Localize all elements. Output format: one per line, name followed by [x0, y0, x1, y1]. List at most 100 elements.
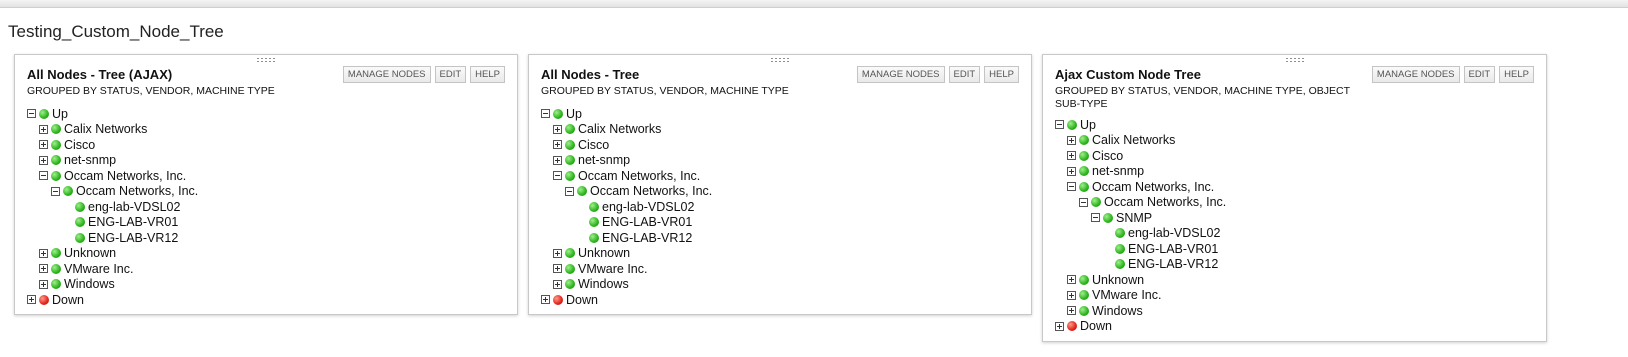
- tree-node-label[interactable]: eng-lab-VDSL02: [1128, 226, 1220, 240]
- drag-handle-icon[interactable]: [770, 57, 790, 63]
- tree-node[interactable]: Cisco: [1055, 148, 1226, 164]
- tree-node[interactable]: Unknown: [27, 246, 198, 262]
- tree-node-label[interactable]: Windows: [1092, 304, 1143, 318]
- manage-nodes-button[interactable]: MANAGE NODES: [856, 66, 945, 83]
- tree-node-label[interactable]: VMware Inc.: [1092, 288, 1161, 302]
- tree-node[interactable]: VMware Inc.: [541, 261, 712, 277]
- tree-node[interactable]: net-snmp: [1055, 164, 1226, 180]
- tree-node-label[interactable]: ENG-LAB-VR12: [1128, 257, 1218, 271]
- tree-node[interactable]: net-snmp: [27, 153, 198, 169]
- expand-plus-icon[interactable]: [39, 264, 48, 274]
- tree-node[interactable]: ENG-LAB-VR01: [1055, 241, 1226, 257]
- tree-node[interactable]: ENG-LAB-VR12: [27, 230, 198, 246]
- tree-node[interactable]: Down: [1055, 319, 1226, 335]
- tree-node-label[interactable]: Windows: [578, 277, 629, 291]
- collapse-minus-icon[interactable]: [565, 186, 574, 196]
- tree-node-label[interactable]: SNMP: [1116, 211, 1152, 225]
- expand-plus-icon[interactable]: [1067, 275, 1076, 285]
- collapse-minus-icon[interactable]: [1079, 197, 1088, 207]
- tree-node-label[interactable]: Up: [52, 107, 68, 121]
- tree-node-label[interactable]: Down: [52, 293, 84, 307]
- tree-node[interactable]: Windows: [27, 277, 198, 293]
- collapse-minus-icon[interactable]: [553, 171, 562, 181]
- tree-node-label[interactable]: Occam Networks, Inc.: [76, 184, 198, 198]
- tree-node-label[interactable]: Occam Networks, Inc.: [64, 169, 186, 183]
- tree-node-label[interactable]: Occam Networks, Inc.: [590, 184, 712, 198]
- tree-node-label[interactable]: ENG-LAB-VR01: [602, 215, 692, 229]
- expand-plus-icon[interactable]: [27, 295, 36, 305]
- tree-node-label[interactable]: eng-lab-VDSL02: [602, 200, 694, 214]
- collapse-minus-icon[interactable]: [1067, 182, 1076, 192]
- tree-node[interactable]: Occam Networks, Inc.: [541, 184, 712, 200]
- tree-node-label[interactable]: VMware Inc.: [64, 262, 133, 276]
- tree-node-label[interactable]: Cisco: [1092, 149, 1123, 163]
- tree-node[interactable]: Unknown: [1055, 272, 1226, 288]
- tree-node-label[interactable]: Cisco: [64, 138, 95, 152]
- tree-node-label[interactable]: ENG-LAB-VR12: [88, 231, 178, 245]
- tree-node-label[interactable]: ENG-LAB-VR01: [1128, 242, 1218, 256]
- tree-node-label[interactable]: Occam Networks, Inc.: [1104, 195, 1226, 209]
- manage-nodes-button[interactable]: MANAGE NODES: [1371, 66, 1460, 83]
- tree-node[interactable]: Occam Networks, Inc.: [541, 168, 712, 184]
- tree-node[interactable]: VMware Inc.: [27, 261, 198, 277]
- tree-node-label[interactable]: Down: [1080, 319, 1112, 333]
- tree-node[interactable]: ENG-LAB-VR01: [27, 215, 198, 231]
- tree-node-label[interactable]: Unknown: [578, 246, 630, 260]
- tree-node-label[interactable]: Calix Networks: [64, 122, 147, 136]
- collapse-minus-icon[interactable]: [541, 109, 550, 119]
- tree-node[interactable]: Down: [541, 292, 712, 308]
- help-button[interactable]: HELP: [1499, 66, 1534, 83]
- expand-plus-icon[interactable]: [1067, 306, 1076, 316]
- collapse-minus-icon[interactable]: [51, 186, 60, 196]
- help-button[interactable]: HELP: [470, 66, 505, 83]
- manage-nodes-button[interactable]: MANAGE NODES: [342, 66, 431, 83]
- tree-node[interactable]: ENG-LAB-VR12: [1055, 257, 1226, 273]
- tree-node-label[interactable]: Occam Networks, Inc.: [1092, 180, 1214, 194]
- tree-node[interactable]: Occam Networks, Inc.: [27, 184, 198, 200]
- expand-plus-icon[interactable]: [553, 248, 562, 258]
- edit-button[interactable]: EDIT: [434, 66, 467, 83]
- collapse-minus-icon[interactable]: [27, 109, 36, 119]
- tree-node[interactable]: Up: [1055, 117, 1226, 133]
- tree-node[interactable]: ENG-LAB-VR01: [541, 215, 712, 231]
- tree-node-label[interactable]: Up: [566, 107, 582, 121]
- expand-plus-icon[interactable]: [541, 295, 550, 305]
- expand-plus-icon[interactable]: [1067, 135, 1076, 145]
- expand-plus-icon[interactable]: [553, 264, 562, 274]
- tree-node[interactable]: Down: [27, 292, 198, 308]
- drag-handle-icon[interactable]: [1284, 57, 1305, 63]
- tree-node[interactable]: Occam Networks, Inc.: [1055, 179, 1226, 195]
- expand-plus-icon[interactable]: [39, 140, 48, 150]
- tree-node-label[interactable]: Calix Networks: [1092, 133, 1175, 147]
- tree-node[interactable]: Cisco: [27, 137, 198, 153]
- tree-node-label[interactable]: Cisco: [578, 138, 609, 152]
- expand-plus-icon[interactable]: [553, 155, 562, 165]
- expand-plus-icon[interactable]: [553, 124, 562, 134]
- tree-node[interactable]: SNMP: [1055, 210, 1226, 226]
- tree-node[interactable]: Up: [541, 106, 712, 122]
- tree-node[interactable]: Occam Networks, Inc.: [27, 168, 198, 184]
- tree-node-label[interactable]: Down: [566, 293, 598, 307]
- tree-node-label[interactable]: Calix Networks: [578, 122, 661, 136]
- tree-node[interactable]: Calix Networks: [1055, 133, 1226, 149]
- tree-node[interactable]: Windows: [541, 277, 712, 293]
- tree-node[interactable]: Windows: [1055, 303, 1226, 319]
- expand-plus-icon[interactable]: [1067, 290, 1076, 300]
- tree-node[interactable]: Cisco: [541, 137, 712, 153]
- tree-node[interactable]: Occam Networks, Inc.: [1055, 195, 1226, 211]
- tree-node-label[interactable]: Occam Networks, Inc.: [578, 169, 700, 183]
- help-button[interactable]: HELP: [984, 66, 1019, 83]
- tree-node[interactable]: Up: [27, 106, 198, 122]
- drag-handle-icon[interactable]: [256, 57, 276, 63]
- tree-node-label[interactable]: Up: [1080, 118, 1096, 132]
- tree-node-label[interactable]: Unknown: [1092, 273, 1144, 287]
- tree-node[interactable]: eng-lab-VDSL02: [1055, 226, 1226, 242]
- tree-node-label[interactable]: Unknown: [64, 246, 116, 260]
- tree-node-label[interactable]: net-snmp: [64, 153, 116, 167]
- edit-button[interactable]: EDIT: [1463, 66, 1496, 83]
- edit-button[interactable]: EDIT: [948, 66, 981, 83]
- tree-node[interactable]: net-snmp: [541, 153, 712, 169]
- tree-node-label[interactable]: ENG-LAB-VR12: [602, 231, 692, 245]
- tree-node[interactable]: eng-lab-VDSL02: [27, 199, 198, 215]
- expand-plus-icon[interactable]: [1067, 151, 1076, 161]
